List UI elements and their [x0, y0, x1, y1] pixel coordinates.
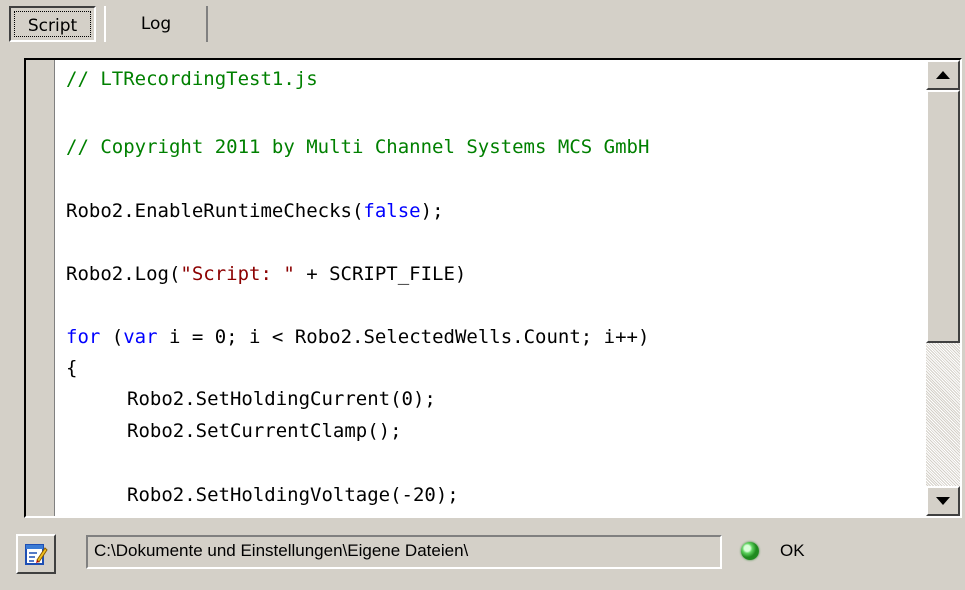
status-led-icon: [741, 542, 759, 560]
code-token: (: [100, 326, 124, 348]
code-keyword: for: [66, 326, 101, 348]
code-token: Robo2.EnableRuntimeChecks(: [66, 200, 364, 222]
script-path-field[interactable]: C:\Dokumente und Einstellungen\Eigene Da…: [86, 535, 722, 569]
edit-script-icon: [25, 544, 48, 565]
scroll-down-button[interactable]: [926, 486, 960, 516]
tab-bar: Script Log: [0, 0, 965, 48]
vertical-scrollbar[interactable]: [926, 60, 960, 516]
code-line-14: Robo2.SetHoldingVoltage(-20);: [127, 484, 459, 506]
code-string: "Script: ": [180, 263, 295, 285]
code-area[interactable]: // LTRecordingTest1.js // Copyright 2011…: [66, 66, 922, 516]
code-line-11: Robo2.SetHoldingCurrent(0);: [127, 388, 436, 410]
code-line-10: {: [66, 357, 78, 379]
tab-script[interactable]: Script: [9, 6, 96, 42]
code-line-9: for (var i = 0; i < Robo2.SelectedWells.…: [66, 324, 649, 350]
code-line-5: Robo2.EnableRuntimeChecks(false);: [66, 198, 444, 224]
code-keyword: var: [123, 326, 158, 348]
arrow-up-icon: [936, 71, 950, 79]
arrow-down-icon: [936, 497, 950, 505]
code-token: i = 0; i < Robo2.SelectedWells.Count; i+…: [157, 326, 650, 348]
code-keyword: false: [363, 200, 421, 222]
scroll-up-button[interactable]: [926, 60, 960, 90]
editor-gutter: [26, 60, 55, 516]
code-token: Robo2.Log(: [66, 263, 181, 285]
code-line-1: // LTRecordingTest1.js: [66, 68, 318, 90]
script-editor[interactable]: // LTRecordingTest1.js // Copyright 2011…: [24, 58, 962, 518]
code-token: + SCRIPT_FILE): [294, 263, 467, 285]
edit-script-button[interactable]: [16, 534, 56, 574]
tab-log[interactable]: Log: [104, 6, 208, 42]
code-token: );: [420, 200, 444, 222]
code-line-7: Robo2.Log("Script: " + SCRIPT_FILE): [66, 261, 466, 287]
code-line-3: // Copyright 2011 by Multi Channel Syste…: [66, 136, 650, 158]
scrollbar-thumb[interactable]: [926, 90, 960, 343]
code-line-12: Robo2.SetCurrentClamp();: [127, 420, 402, 442]
status-text: OK: [780, 541, 805, 560]
